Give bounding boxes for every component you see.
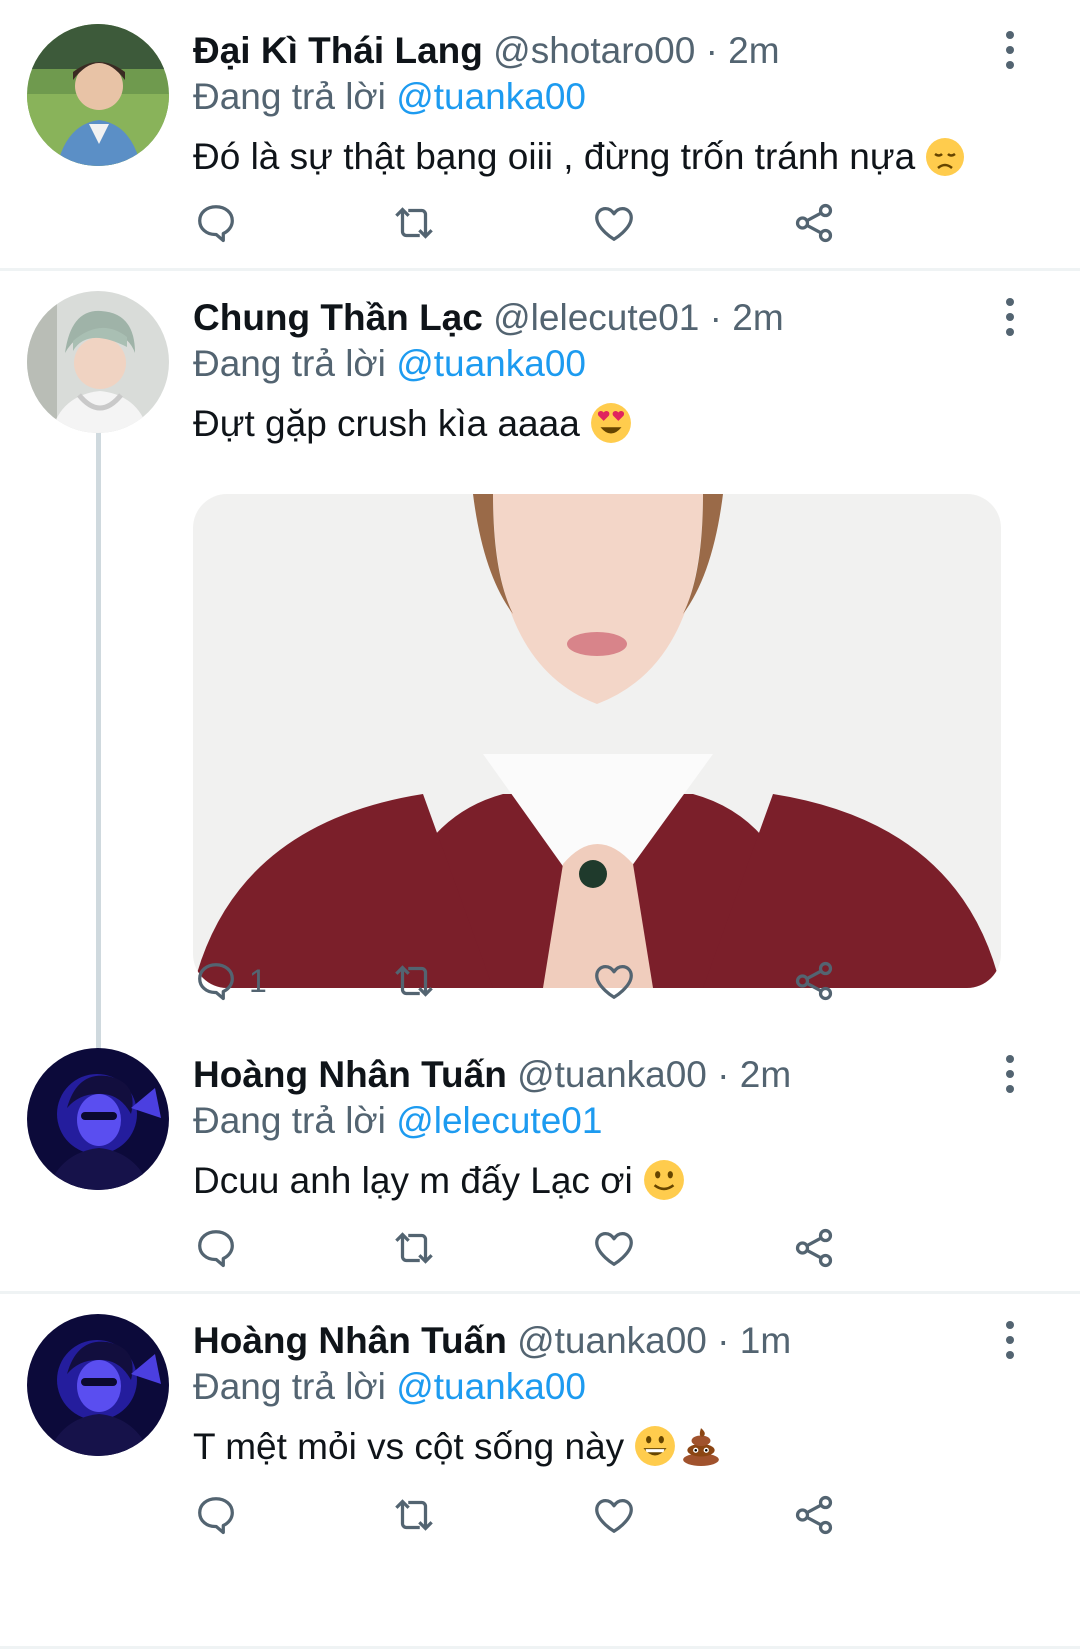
reply-icon	[198, 1497, 234, 1535]
tweet-header: Hoàng Nhân Tuấn @tuanka00 · 2m	[193, 1052, 1010, 1098]
retweet-button[interactable]	[391, 1223, 437, 1273]
like-button[interactable]	[591, 198, 637, 248]
like-button[interactable]	[591, 1223, 637, 1273]
share-button[interactable]	[791, 1490, 837, 1540]
tweet-divider	[0, 1646, 1080, 1649]
thread-line	[96, 429, 101, 1051]
tweet-text-content: Đựt gặp crush kìa aaaa	[193, 403, 580, 444]
display-name[interactable]: Hoàng Nhân Tuấn	[193, 1054, 507, 1095]
user-handle[interactable]: @tuanka00	[517, 1320, 707, 1361]
action-bar	[193, 1223, 873, 1273]
mention-link[interactable]: @tuanka00	[396, 1366, 586, 1407]
user-handle[interactable]: @shotaro00	[493, 30, 695, 71]
share-button[interactable]	[791, 956, 837, 1006]
tweet-text-content: Dcuu anh lạy m đấy Lạc ơi	[193, 1160, 633, 1201]
display-name[interactable]: Đại Kì Thái Lang	[193, 30, 483, 71]
share-icon	[795, 1228, 833, 1268]
action-bar: 1	[193, 956, 873, 1006]
timestamp[interactable]: 2m	[732, 297, 783, 338]
display-name[interactable]: Chung Thần Lạc	[193, 297, 483, 338]
pile-of-poo-emoji	[680, 1425, 722, 1478]
retweet-icon	[395, 207, 433, 239]
avatar[interactable]	[27, 291, 169, 433]
replying-to: Đang trả lời @tuanka00	[193, 1364, 1010, 1410]
retweet-icon	[395, 965, 433, 997]
retweet-button[interactable]	[391, 1490, 437, 1540]
avatar[interactable]	[27, 24, 169, 166]
reply-button[interactable]: 1	[193, 956, 267, 1006]
replying-to: Đang trả lời @tuanka00	[193, 74, 1010, 120]
separator-dot: ·	[705, 30, 718, 71]
mention-link[interactable]: @tuanka00	[396, 76, 586, 117]
like-button[interactable]	[591, 1490, 637, 1540]
grinning-face-emoji	[634, 1425, 676, 1478]
action-bar	[193, 1490, 873, 1540]
mention-link[interactable]: @tuanka00	[396, 343, 586, 384]
reply-icon	[198, 963, 234, 1001]
timestamp[interactable]: 2m	[740, 1054, 791, 1095]
tweet-text-content: T mệt mỏi vs cột sống này	[193, 1426, 625, 1467]
user-handle[interactable]: @tuanka00	[517, 1054, 707, 1095]
retweet-icon	[395, 1232, 433, 1264]
share-button[interactable]	[791, 1223, 837, 1273]
like-icon	[595, 1231, 633, 1266]
like-icon	[595, 964, 633, 999]
tweet-text: T mệt mỏi vs cột sống này	[193, 1424, 1010, 1478]
more-icon[interactable]	[1002, 1320, 1018, 1360]
tweet-image[interactable]	[193, 494, 1001, 988]
replying-to-label: Đang trả lời	[193, 1100, 386, 1141]
timestamp[interactable]: 2m	[728, 30, 779, 71]
reply-icon	[198, 205, 234, 243]
tweet-text: Dcuu anh lạy m đấy Lạc ơi	[193, 1158, 1010, 1212]
share-icon	[795, 1495, 833, 1535]
tweet-header: Đại Kì Thái Lang @shotaro00 · 2m	[193, 28, 1010, 74]
tweet-header: Hoàng Nhân Tuấn @tuanka00 · 1m	[193, 1318, 1010, 1364]
tweet-text: Đó là sự thật bạng oiii , đừng trốn trán…	[193, 134, 1010, 188]
more-icon[interactable]	[1002, 1054, 1018, 1094]
heart-eyes-emoji	[590, 402, 632, 455]
tweet-divider	[0, 1291, 1080, 1294]
like-icon	[595, 1498, 633, 1533]
avatar[interactable]	[27, 1314, 169, 1456]
timestamp[interactable]: 1m	[740, 1320, 791, 1361]
user-handle[interactable]: @lelecute01	[493, 297, 699, 338]
share-button[interactable]	[791, 198, 837, 248]
display-name[interactable]: Hoàng Nhân Tuấn	[193, 1320, 507, 1361]
tweet-text-content: Đó là sự thật bạng oiii , đừng trốn trán…	[193, 136, 916, 177]
reply-button[interactable]	[193, 1490, 239, 1540]
retweet-button[interactable]	[391, 956, 437, 1006]
tweet-divider	[0, 268, 1080, 271]
reply-icon	[198, 1230, 234, 1268]
action-bar	[193, 198, 873, 248]
retweet-button[interactable]	[391, 198, 437, 248]
separator-dot: ·	[717, 1054, 730, 1095]
replying-to: Đang trả lời @tuanka00	[193, 341, 1010, 387]
retweet-icon	[395, 1499, 433, 1531]
replying-to-label: Đang trả lời	[193, 343, 386, 384]
tweet-text: Đựt gặp crush kìa aaaa	[193, 401, 1010, 455]
share-icon	[795, 961, 833, 1001]
mention-link[interactable]: @lelecute01	[396, 1100, 602, 1141]
reply-count: 1	[249, 962, 267, 999]
replying-to-label: Đang trả lời	[193, 76, 386, 117]
reply-button[interactable]	[193, 1223, 239, 1273]
separator-dot: ·	[717, 1320, 730, 1361]
replying-to-label: Đang trả lời	[193, 1366, 386, 1407]
like-button[interactable]	[591, 956, 637, 1006]
replying-to: Đang trả lời @lelecute01	[193, 1098, 1010, 1144]
disappointed-face-emoji	[925, 137, 965, 188]
like-icon	[595, 206, 633, 241]
slightly-smiling-emoji	[643, 1159, 685, 1212]
tweet-header: Chung Thần Lạc @lelecute01 · 2m	[193, 295, 1010, 341]
share-icon	[795, 203, 833, 243]
separator-dot: ·	[709, 297, 722, 338]
more-icon[interactable]	[1002, 30, 1018, 70]
avatar[interactable]	[27, 1048, 169, 1190]
more-icon[interactable]	[1002, 297, 1018, 337]
reply-button[interactable]	[193, 198, 239, 248]
